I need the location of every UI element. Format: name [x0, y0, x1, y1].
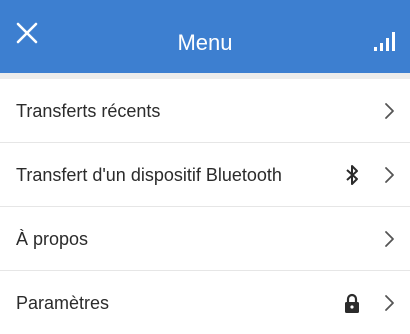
menu-item-settings[interactable]: Paramètres — [0, 270, 410, 334]
menu-item-recent-transfers[interactable]: Transferts récents — [0, 73, 410, 142]
signal-bars-icon — [374, 32, 395, 51]
app-header: Menu — [0, 0, 410, 73]
bluetooth-icon — [346, 164, 358, 185]
chevron-right-icon — [385, 102, 394, 119]
chevron-right-icon — [385, 230, 394, 247]
signal-indicator — [372, 30, 396, 54]
page-title: Menu — [177, 30, 233, 55]
menu-item-label: À propos — [16, 228, 89, 249]
chevron-right-icon — [385, 166, 394, 183]
menu-item-label: Transferts récents — [16, 100, 161, 121]
menu-item-bluetooth-transfer[interactable]: Transfert d'un dispositif Bluetooth — [0, 142, 410, 206]
chevron-right-icon — [385, 294, 394, 311]
lock-icon — [345, 293, 359, 313]
menu-item-about[interactable]: À propos — [0, 206, 410, 270]
menu-item-label: Transfert d'un dispositif Bluetooth — [16, 164, 282, 185]
menu-list: Transferts récents Transfert d'un dispos… — [0, 73, 410, 334]
